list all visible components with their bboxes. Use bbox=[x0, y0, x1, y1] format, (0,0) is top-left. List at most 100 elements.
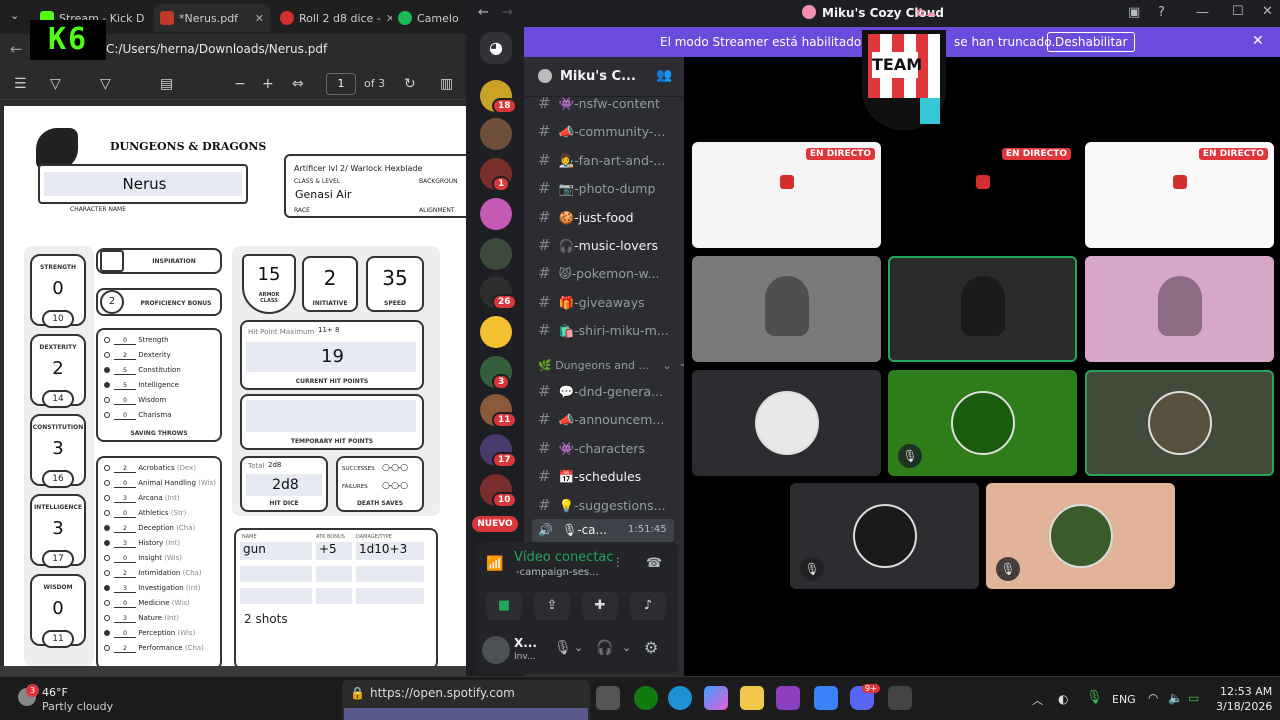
chevron-down-icon[interactable]: ⌄ bbox=[622, 641, 631, 654]
proficiency-dot[interactable] bbox=[104, 540, 110, 546]
proficiency-dot[interactable] bbox=[104, 555, 110, 561]
skill-row[interactable]: 3 Arcana (Int) bbox=[104, 494, 180, 503]
new-pill[interactable]: NUEVO bbox=[472, 516, 518, 532]
clock-time[interactable]: 12:53 AM bbox=[1220, 685, 1272, 698]
app-icon[interactable] bbox=[776, 686, 800, 710]
reading-view-icon[interactable]: ▤ bbox=[160, 76, 173, 92]
attack-notes[interactable]: 2 shots bbox=[244, 612, 288, 626]
attack-bonus-field[interactable] bbox=[316, 588, 352, 604]
proficiency-dot[interactable] bbox=[104, 382, 110, 388]
armor-class-value[interactable]: 15 bbox=[242, 264, 296, 285]
channel-item[interactable]: # 👾-characters bbox=[538, 439, 678, 457]
inspiration-checkbox[interactable] bbox=[100, 250, 124, 272]
rotate-icon[interactable]: ↻ bbox=[404, 76, 416, 92]
proficiency-dot[interactable] bbox=[104, 600, 110, 606]
channel-item[interactable]: # 🛍️-shiri-miku-m... bbox=[538, 321, 678, 339]
participant-tile[interactable]: 🎙 bbox=[888, 370, 1077, 476]
participant-tile[interactable] bbox=[692, 256, 881, 362]
channel-item[interactable]: # 📣-announcem... bbox=[538, 410, 678, 428]
participant-tile[interactable] bbox=[888, 256, 1077, 362]
server-header[interactable]: Miku's C... 👥 bbox=[524, 57, 684, 97]
proficiency-dot[interactable] bbox=[104, 615, 110, 621]
ability-score[interactable]: 17 bbox=[42, 550, 74, 568]
skill-row[interactable]: 3 History (Int) bbox=[104, 539, 180, 548]
tab-list-chevron-icon[interactable]: ⌄ bbox=[10, 9, 19, 22]
initiative-value[interactable]: 2 bbox=[302, 266, 358, 290]
skill-row[interactable]: 0 Perception (Wis) bbox=[104, 629, 195, 638]
proficiency-dot[interactable] bbox=[104, 510, 110, 516]
close-tab-icon[interactable]: ✕ bbox=[255, 12, 264, 25]
tray-chevron-icon[interactable]: ︿ bbox=[1032, 692, 1043, 708]
ability-modifier[interactable]: 3 bbox=[30, 438, 86, 459]
ability-score[interactable]: 11 bbox=[42, 630, 74, 648]
class-level-field[interactable]: Artificer lvl 2/ Warlock Hexblade bbox=[294, 164, 422, 173]
attack-bonus-field[interactable]: +5 bbox=[316, 542, 352, 560]
channel-item[interactable]: # 💡-suggestions... bbox=[538, 496, 678, 514]
skill-row[interactable]: 2 Intimidation (Cha) bbox=[104, 569, 202, 578]
participant-tile[interactable]: 🎙 bbox=[790, 483, 979, 589]
camera-button[interactable]: ■ bbox=[486, 592, 522, 620]
proficiency-dot[interactable] bbox=[104, 585, 110, 591]
attack-name-field[interactable] bbox=[240, 588, 312, 604]
tray-app-icon[interactable]: ◐ bbox=[1058, 692, 1068, 706]
channel-item[interactable]: # 👾-nsfw-content bbox=[538, 94, 678, 112]
proficiency-dot[interactable] bbox=[104, 525, 110, 531]
participant-tile[interactable] bbox=[1085, 370, 1274, 476]
channel-item[interactable]: # 📷-photo-dump bbox=[538, 179, 678, 197]
tab-nerus-pdf[interactable]: *Nerus.pdf ✕ bbox=[154, 4, 270, 32]
attack-damage-field[interactable] bbox=[356, 588, 424, 604]
store-icon[interactable] bbox=[814, 686, 838, 710]
channel-item[interactable]: # 😾-pokemon-w... bbox=[538, 264, 678, 282]
skill-row[interactable]: 2 Performance (Cha) bbox=[104, 644, 204, 653]
user-avatar[interactable] bbox=[482, 636, 510, 664]
signal-icon[interactable]: 📶 bbox=[486, 556, 503, 572]
proficiency-dot[interactable] bbox=[104, 480, 110, 486]
skill-row[interactable]: 3 Nature (Int) bbox=[104, 614, 179, 623]
server-icon[interactable] bbox=[480, 198, 512, 230]
forward-icon[interactable]: → bbox=[502, 5, 513, 20]
discord-home-icon[interactable]: ◕ bbox=[480, 32, 512, 64]
attack-damage-field[interactable] bbox=[356, 566, 424, 582]
clock-date[interactable]: 3/18/2026 bbox=[1216, 700, 1272, 713]
disconnect-icon[interactable]: ☎ bbox=[646, 556, 662, 571]
skill-row[interactable]: 3 Investigation (Int) bbox=[104, 584, 201, 593]
saving-throw-row[interactable]: 0 Wisdom bbox=[104, 396, 166, 405]
server-icon[interactable] bbox=[480, 316, 512, 348]
back-icon[interactable]: ← bbox=[10, 40, 23, 58]
proficiency-bonus-value[interactable]: 2 bbox=[100, 290, 124, 314]
hit-dice-value[interactable]: 2d8 bbox=[246, 474, 322, 496]
help-icon[interactable]: ? bbox=[1158, 5, 1165, 20]
race-field[interactable]: Genasi Air bbox=[292, 188, 412, 204]
mic-in-use-icon[interactable]: 🎙 bbox=[1086, 690, 1103, 705]
channel-item[interactable]: # 💬-dnd-genera... bbox=[538, 382, 678, 400]
chevron-down-icon[interactable]: ⌄ bbox=[574, 641, 583, 654]
tab-camelo[interactable]: Camelo bbox=[392, 6, 466, 30]
death-success-checks[interactable]: ○-○-○ bbox=[382, 463, 408, 473]
channel-item[interactable]: # 👩‍🎨-fan-art-and-... bbox=[538, 151, 678, 169]
xbox-icon[interactable] bbox=[634, 686, 658, 710]
inbox-icon[interactable]: ▣ bbox=[1128, 5, 1140, 20]
horizontal-scrollbar[interactable] bbox=[0, 666, 466, 676]
recording-app-icon[interactable] bbox=[888, 686, 912, 710]
add-member-icon[interactable]: 👥 bbox=[656, 68, 672, 83]
edge-icon[interactable] bbox=[668, 686, 692, 710]
spotify-preview[interactable]: 🔒 https://open.spotify.com bbox=[342, 680, 590, 720]
file-explorer-icon[interactable] bbox=[740, 686, 764, 710]
current-hp-value[interactable]: 19 bbox=[246, 342, 416, 372]
volume-icon[interactable]: 🔈 bbox=[1168, 691, 1183, 705]
skill-row[interactable]: 0 Athletics (Str) bbox=[104, 509, 186, 518]
attack-damage-field[interactable]: 1d10+3 bbox=[356, 542, 424, 560]
hit-dice-total[interactable]: 2d8 bbox=[268, 461, 281, 469]
saving-throw-row[interactable]: 0 Charisma bbox=[104, 411, 171, 420]
proficiency-dot[interactable] bbox=[104, 465, 110, 471]
skill-row[interactable]: 2 Acrobatics (Dex) bbox=[104, 464, 196, 473]
channel-item[interactable]: # 🍪-just-food bbox=[538, 208, 678, 226]
copilot-icon[interactable] bbox=[704, 686, 728, 710]
draw-icon[interactable]: ▽ bbox=[100, 76, 111, 92]
ability-score[interactable]: 14 bbox=[42, 390, 74, 408]
server-icon[interactable] bbox=[480, 118, 512, 150]
proficiency-dot[interactable] bbox=[104, 645, 110, 651]
participant-tile[interactable]: EN DIRECTO bbox=[888, 142, 1077, 248]
saving-throw-row[interactable]: 5 Constitution bbox=[104, 366, 181, 375]
saving-throw-row[interactable]: 5 Intelligence bbox=[104, 381, 179, 390]
